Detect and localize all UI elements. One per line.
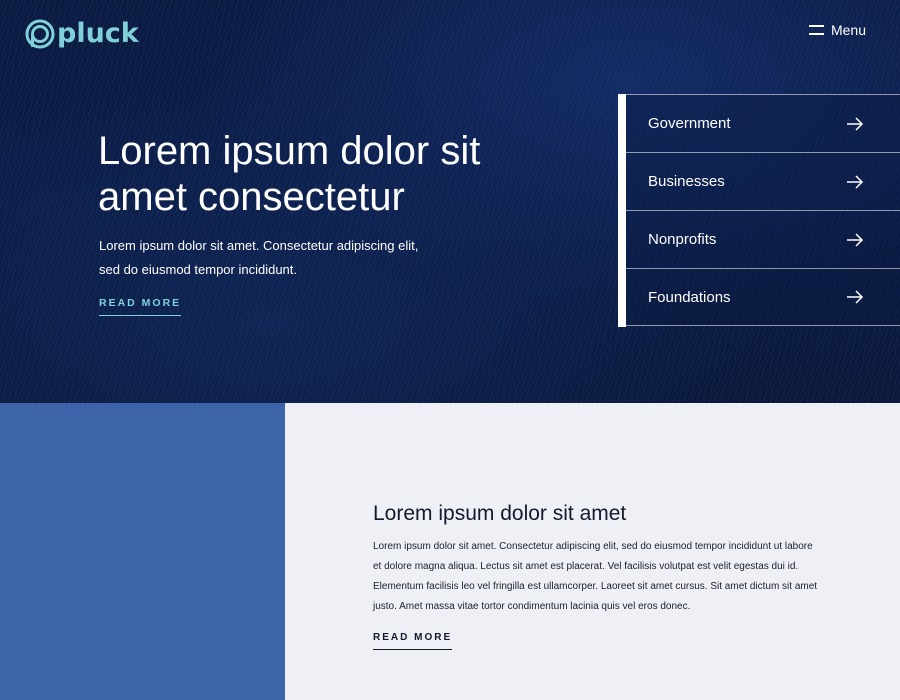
hamburger-icon <box>808 25 824 35</box>
hero-title: Lorem ipsum dolor sit amet consectetur <box>98 129 481 219</box>
section-title: Lorem ipsum dolor sit amet <box>373 502 627 525</box>
section-read-more-link[interactable]: READ MORE <box>373 632 453 650</box>
category-item-government[interactable]: Government <box>626 94 900 152</box>
menu-label: Menu <box>830 22 866 38</box>
menu-button[interactable]: Menu <box>808 22 866 38</box>
category-list: Government Businesses Nonprofits Foundat… <box>618 94 900 327</box>
category-item-foundations[interactable]: Foundations <box>626 268 900 326</box>
hero-text: Lorem ipsum dolor sit amet. Consectetur … <box>99 238 419 277</box>
hero-section: pluck Menu Lorem ipsum dolor sit amet co… <box>0 0 900 403</box>
pluck-logo-icon <box>25 19 55 49</box>
category-item-businesses[interactable]: Businesses <box>626 152 900 210</box>
hero-read-more-link[interactable]: READ MORE <box>99 297 182 316</box>
logo[interactable]: pluck <box>25 19 139 49</box>
category-label: Government <box>648 115 731 132</box>
category-label: Nonprofits <box>648 231 717 248</box>
arrow-right-icon <box>847 174 864 189</box>
brand-name: pluck <box>57 18 139 49</box>
arrow-right-icon <box>847 116 864 131</box>
category-item-nonprofits[interactable]: Nonprofits <box>626 210 900 268</box>
content-section: Lorem ipsum dolor sit amet Lorem ipsum d… <box>285 403 900 700</box>
section-text: Lorem ipsum dolor sit amet. Consectetur … <box>373 541 818 612</box>
arrow-right-icon <box>847 290 864 304</box>
decorative-blue-panel <box>0 403 285 700</box>
category-label: Foundations <box>648 288 731 306</box>
category-label: Businesses <box>648 173 725 190</box>
arrow-right-icon <box>847 232 864 247</box>
